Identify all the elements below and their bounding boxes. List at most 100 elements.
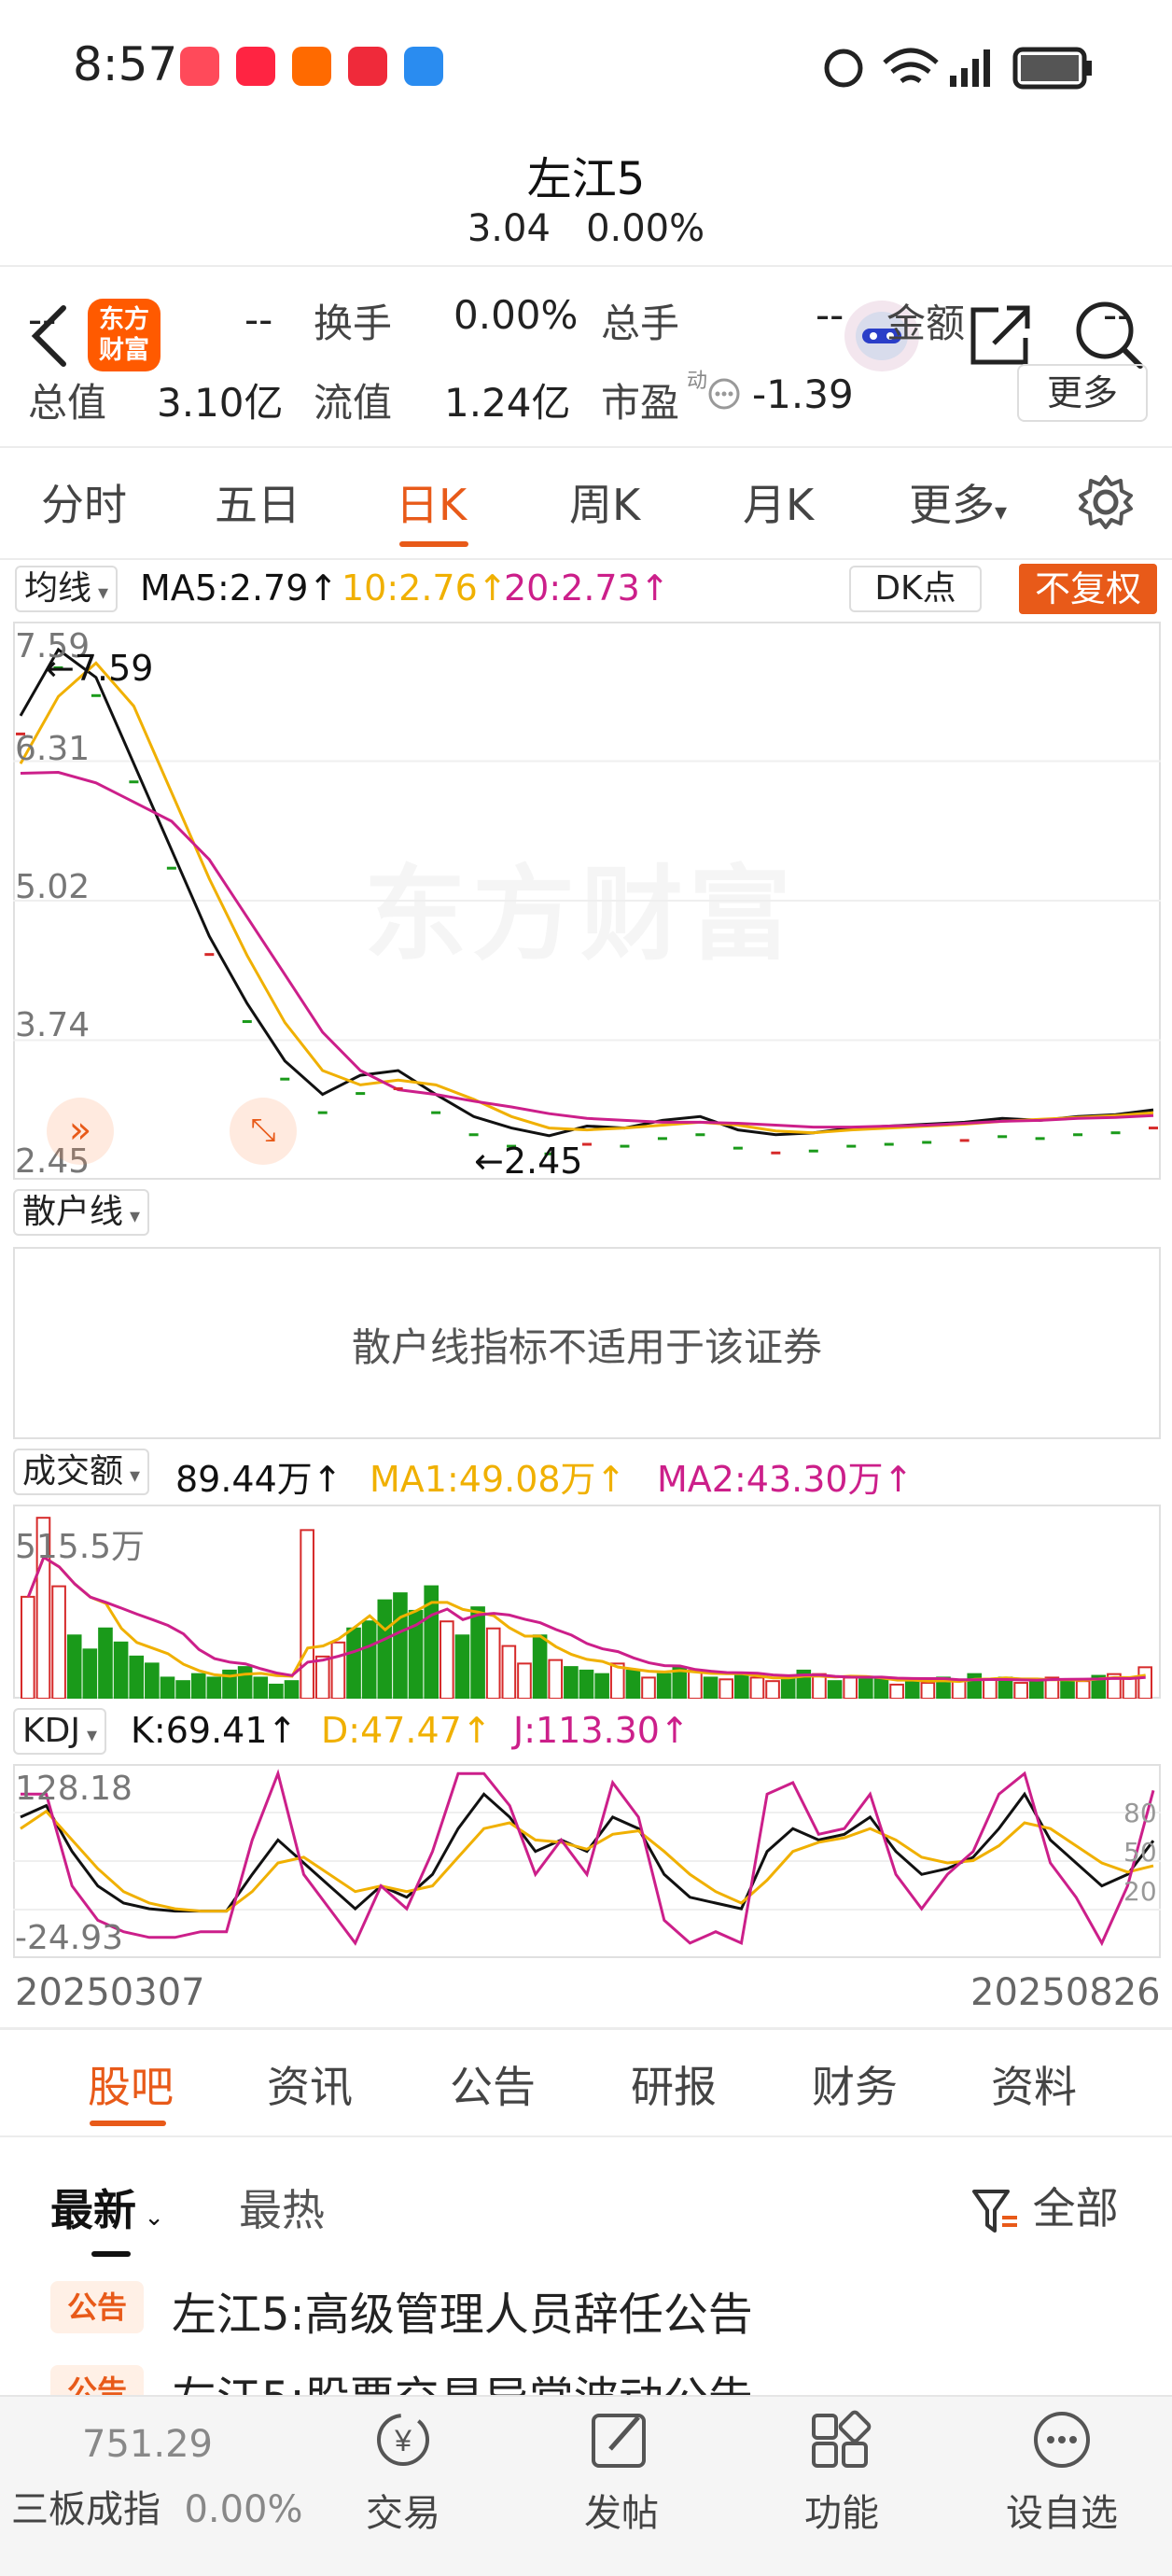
volume-chart[interactable] (13, 1505, 1161, 1699)
volume-bar (51, 1585, 66, 1699)
series-line-ma20 (20, 770, 1154, 1129)
y-tick-label: 3.74 (15, 1006, 91, 1044)
gear-icon[interactable] (1075, 471, 1137, 533)
index-name: 三板成指 (11, 2488, 160, 2531)
tab-news[interactable]: 资讯 (267, 2053, 353, 2115)
tab-more[interactable]: 更多▾ (909, 471, 1007, 533)
tab-research[interactable]: 研报 (631, 2053, 717, 2115)
info-icon[interactable] (707, 377, 741, 411)
volume-bar (501, 1645, 517, 1699)
tab-guba[interactable]: 股吧 (88, 2053, 174, 2115)
y-tick-label: 6.31 (15, 730, 91, 768)
candle-mark (959, 1139, 970, 1142)
trade-button[interactable]: 交易 (347, 2483, 459, 2537)
ma20-legend: 20:2.73↑ (504, 567, 670, 609)
post-button[interactable]: 发帖 (565, 2483, 677, 2537)
kdj-indicator-select[interactable]: KDJ ▾ (13, 1708, 106, 1755)
kdj-y-bottom: -24.93 (15, 1919, 124, 1957)
volume-bar (393, 1592, 408, 1699)
volume-bar (951, 1680, 967, 1699)
stock-name: 左江5 (526, 153, 646, 205)
select-label: KDJ (22, 1712, 80, 1750)
tab-intraday[interactable]: 分时 (41, 471, 127, 533)
logo-text: 东方 (99, 305, 149, 334)
volume-bar (361, 1620, 377, 1699)
tab-announcements[interactable]: 公告 (450, 2053, 536, 2115)
volume-bar (485, 1627, 501, 1699)
volume-bar (579, 1669, 594, 1699)
volume-bar (1028, 1680, 1044, 1699)
volume-bar (517, 1662, 532, 1699)
sort-hot[interactable]: 最热 (239, 2177, 325, 2238)
volume-bar (843, 1676, 858, 1699)
tab-daily-k[interactable]: 日K (396, 471, 467, 533)
volume-value: 89.44万 (175, 1459, 313, 1500)
volume-bar (532, 1634, 548, 1699)
candle-mark (732, 1146, 743, 1150)
volume-bar (656, 1673, 672, 1699)
more-info-button[interactable]: 更多 (1017, 364, 1148, 422)
pe-value: -1.39 (752, 371, 854, 417)
volume-indicator-select[interactable]: 成交额 ▾ (13, 1449, 150, 1495)
ma-indicator-select[interactable]: 均线 ▾ (15, 566, 119, 612)
dropdown-arrow-icon: ▾ (995, 498, 1008, 526)
volume-bar (983, 1678, 998, 1699)
volume-ma2-legend: MA2:43.30万↑ (657, 1459, 914, 1500)
expand-arrows-icon[interactable]: » (47, 1098, 114, 1165)
add-watchlist-button[interactable]: 设自选 (987, 2483, 1137, 2537)
filter-icon (972, 2189, 1017, 2233)
tab-weekly-k[interactable]: 周K (569, 471, 640, 533)
volume-bar (827, 1680, 843, 1699)
sort-latest[interactable]: 最新 ⌄ (50, 2177, 164, 2238)
retail-line-message: 散户线指标不适用于该证券 (351, 1324, 822, 1370)
volume-bar (300, 1529, 314, 1699)
share-icon[interactable] (966, 299, 1036, 369)
tab-finance[interactable]: 财务 (812, 2053, 898, 2115)
index-change: 0.00% (184, 2488, 303, 2531)
candle-mark (356, 1092, 366, 1096)
candle-mark (808, 1149, 818, 1153)
volume-bar (206, 1676, 222, 1699)
volume-bar (377, 1599, 393, 1699)
app-icon (348, 47, 387, 86)
logo-text: 财富 (99, 336, 149, 365)
volume-bar (594, 1673, 609, 1699)
end-date: 20250826 (970, 1971, 1161, 2014)
volume-bar (160, 1676, 175, 1699)
volume-bar (1060, 1678, 1075, 1699)
chevron-down-icon: ⌄ (136, 2204, 165, 2232)
dk-point-button[interactable]: DK点 (849, 566, 982, 612)
ma5-value: MA5:2.79 (140, 567, 309, 609)
functions-grid-icon (812, 2410, 872, 2468)
divider (0, 265, 1172, 267)
no-adjust-button[interactable]: 不复权 (1019, 564, 1157, 614)
volume-bar (330, 1641, 346, 1699)
volume-bar (113, 1641, 129, 1699)
tab-five-day[interactable]: 五日 (215, 471, 300, 533)
tab-monthly-k[interactable]: 月K (743, 471, 814, 533)
volume-bar (440, 1620, 454, 1699)
volume-bar (749, 1676, 765, 1699)
volume-bar (548, 1659, 564, 1699)
select-label: 均线 (24, 569, 92, 608)
kdj-chart[interactable] (13, 1764, 1161, 1958)
tab-profile[interactable]: 资料 (991, 2053, 1077, 2115)
volume-ma1-line (26, 1555, 1146, 1684)
app-logo[interactable]: 东方 财富 (88, 299, 160, 371)
xiaohongshu-app-icon (236, 47, 275, 86)
weather-app-icon (404, 47, 443, 86)
functions-button[interactable]: 功能 (786, 2483, 898, 2537)
svg-text:¥: ¥ (394, 2424, 412, 2457)
candle-mark (771, 1151, 781, 1155)
volume-bar (889, 1683, 904, 1699)
min-price-value: 2.45 (503, 1141, 583, 1182)
fullscreen-icon[interactable]: ⤡ (230, 1098, 297, 1165)
retail-line-select[interactable]: 散户线 ▾ (13, 1189, 150, 1236)
filter-button[interactable]: 全部 (970, 2175, 1119, 2238)
feed-item-title[interactable]: 左江5:高级管理人员辞任公告 (172, 2277, 753, 2343)
kdj-k-value: K:69.41 (131, 1710, 268, 1751)
index-ticker[interactable]: 三板成指 0.00% (11, 2479, 303, 2533)
volume-bar (237, 1666, 253, 1699)
kline-chart[interactable] (13, 622, 1161, 1180)
volume-bar (1013, 1682, 1028, 1699)
